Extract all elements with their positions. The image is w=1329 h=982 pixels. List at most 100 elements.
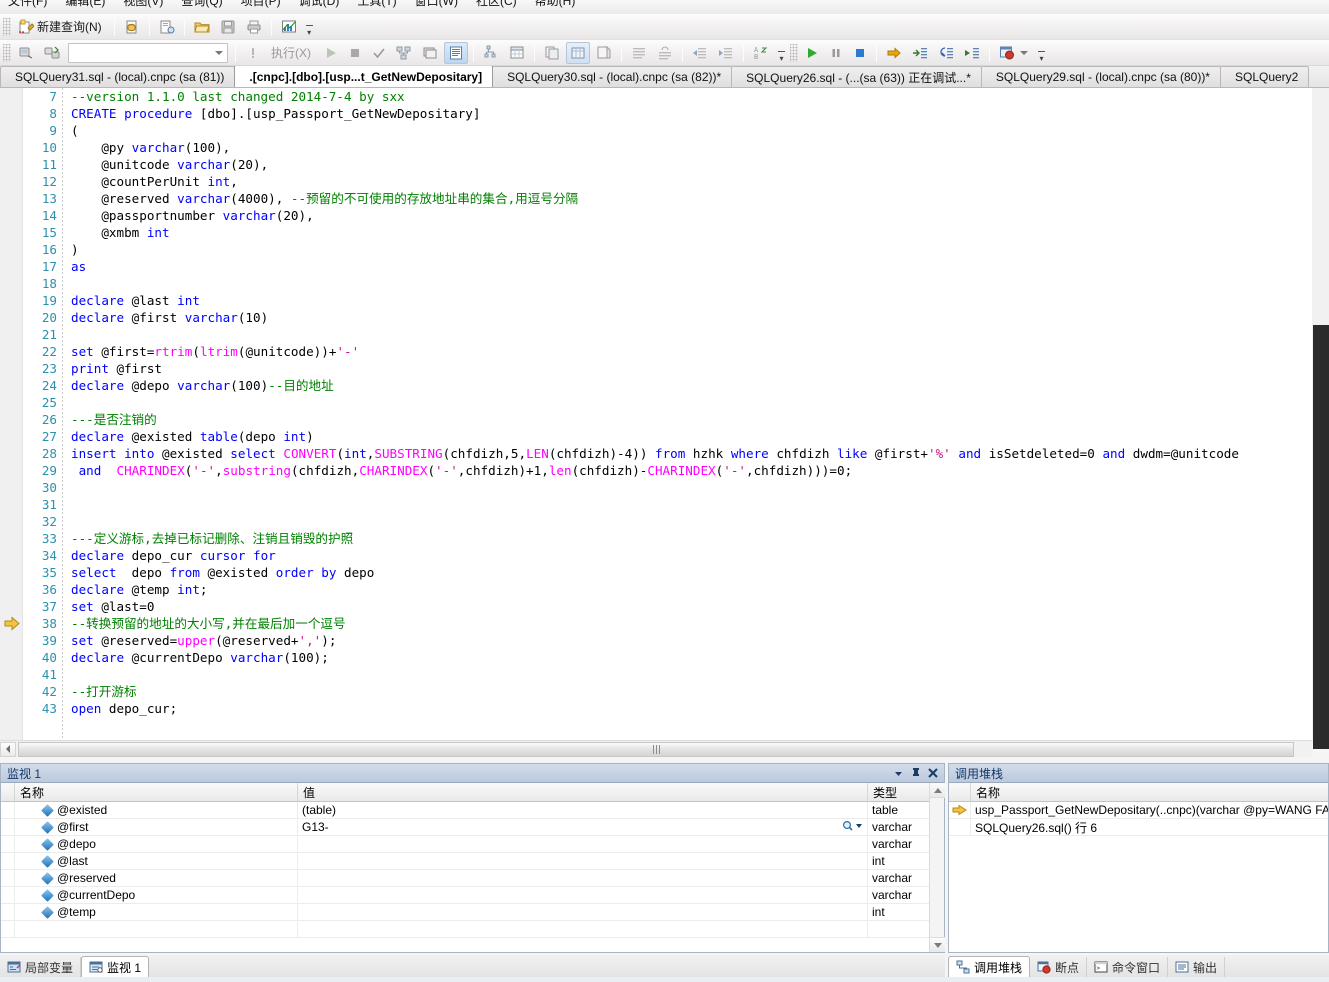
code-text[interactable]: set @last=0 (59, 598, 154, 615)
code-line-39[interactable]: 39set @reserved=upper(@reserved+','); (23, 632, 1329, 649)
code-line-41[interactable]: 41 (23, 666, 1329, 683)
code-line-11[interactable]: 11 @unitcode varchar(20), (23, 156, 1329, 173)
code-line-14[interactable]: 14 @passportnumber varchar(20), (23, 207, 1329, 224)
code-text[interactable]: CREATE procedure [dbo].[usp_Passport_Get… (59, 105, 480, 122)
code-text[interactable]: open depo_cur; (59, 700, 177, 717)
toolbar-grip-debug[interactable] (790, 44, 798, 62)
code-line-10[interactable]: 10 @py varchar(100), (23, 139, 1329, 156)
include-client-statistics-button[interactable] (505, 42, 529, 64)
callstack-row[interactable]: SQLQuery26.sql() 行 6 (949, 819, 1328, 836)
stop-button[interactable] (344, 42, 366, 64)
stop-debugging-button[interactable] (849, 42, 871, 64)
step-out-button[interactable] (934, 42, 958, 64)
toolbar-overflow-button-2[interactable]: ▾ (776, 43, 787, 63)
callstack-panel-header[interactable]: 调用堆栈 (949, 764, 1328, 783)
watch-vertical-scrollbar[interactable] (929, 783, 944, 952)
decrease-indent-button[interactable] (688, 42, 712, 64)
results-to-text-button[interactable] (444, 42, 468, 64)
code-text[interactable]: declare @depo varchar(100)--目的地址 (59, 377, 334, 394)
code-text[interactable]: select depo from @existed order by depo (59, 564, 374, 581)
continue-button[interactable] (801, 42, 823, 64)
code-text[interactable]: --打开游标 (59, 683, 137, 700)
code-text[interactable]: set @reserved=upper(@reserved+','); (59, 632, 336, 649)
code-line-38[interactable]: 38--转换预留的地址的大小写,并在最后加一个逗号 (23, 615, 1329, 632)
execute-button[interactable]: 执行(X) (267, 42, 318, 64)
code-line-8[interactable]: 8CREATE procedure [dbo].[usp_Passport_Ge… (23, 105, 1329, 122)
toolbar-overflow-button-3[interactable]: ▾ (1036, 43, 1047, 63)
watch-row[interactable] (1, 921, 944, 938)
watch-name-cell[interactable]: @depo (15, 836, 298, 852)
menu-item-1[interactable]: 编辑(E) (65, 0, 105, 9)
code-line-22[interactable]: 22set @first=rtrim(ltrim(@unitcode))+'-' (23, 343, 1329, 360)
menu-item-9[interactable]: 帮助(H) (535, 0, 576, 9)
menu-item-4[interactable]: 项目(P) (241, 0, 281, 9)
code-line-32[interactable]: 32 (23, 513, 1329, 530)
code-text[interactable]: declare @first varchar(10) (59, 309, 268, 326)
watch-name-cell[interactable]: @existed (15, 802, 298, 818)
chevron-down-icon[interactable] (211, 44, 227, 62)
database-engine-query-button[interactable] (120, 16, 144, 38)
debug-button[interactable] (241, 42, 265, 64)
magnifier-icon[interactable] (842, 820, 864, 835)
callstack-name-cell[interactable]: usp_Passport_GetNewDepositary(..cnpc)(va… (971, 802, 1328, 818)
save-button[interactable] (216, 16, 240, 38)
code-text-area[interactable]: 7--version 1.1.0 last changed 2014-7-4 b… (23, 88, 1329, 740)
watch-row[interactable]: @currentDepovarchar (1, 887, 944, 904)
code-line-31[interactable]: 31 (23, 496, 1329, 513)
watch-row[interactable]: @tempint (1, 904, 944, 921)
watch-name-cell[interactable]: @last (15, 853, 298, 869)
code-text[interactable]: @reserved varchar(4000), --预留的不可使用的存放地址串… (59, 190, 578, 207)
watch-value-cell[interactable]: G13- (298, 819, 868, 835)
code-line-7[interactable]: 7--version 1.1.0 last changed 2014-7-4 b… (23, 88, 1329, 105)
summary-button[interactable] (277, 16, 301, 38)
code-line-15[interactable]: 15 @xmbm int (23, 224, 1329, 241)
query-options-button[interactable] (418, 42, 442, 64)
comment-button[interactable] (627, 42, 651, 64)
document-tab-5[interactable]: SQLQuery2 (1220, 66, 1309, 87)
parse-button[interactable] (368, 42, 390, 64)
watch-value-cell[interactable] (298, 870, 868, 886)
watch-name-cell[interactable]: @reserved (15, 870, 298, 886)
scroll-left-button[interactable] (0, 742, 16, 757)
watch-row[interactable]: @depovarchar (1, 836, 944, 853)
callstack-grid[interactable]: 名称 usp_Passport_GetNewDepositary(..cnpc)… (949, 783, 1328, 836)
code-line-42[interactable]: 42--打开游标 (23, 683, 1329, 700)
code-text[interactable]: @unitcode varchar(20), (59, 156, 268, 173)
watch-value-cell[interactable] (298, 836, 868, 852)
callstack-panel[interactable]: 调用堆栈 名称 usp_Passport_GetNewDepositary(..… (948, 763, 1329, 953)
watch-value-cell[interactable]: (table) (298, 802, 868, 818)
bottom-tab-right-2[interactable]: >命令窗口 (1087, 957, 1168, 977)
watch-name-cell[interactable]: @currentDepo (15, 887, 298, 903)
code-line-37[interactable]: 37set @last=0 (23, 598, 1329, 615)
display-estimated-plan-button[interactable] (392, 42, 416, 64)
code-line-40[interactable]: 40declare @currentDepo varchar(100); (23, 649, 1329, 666)
code-text[interactable]: print @first (59, 360, 162, 377)
document-tab-2[interactable]: SQLQuery30.sql - (local).cnpc (sa (82))* (492, 66, 732, 87)
analysis-services-query-button[interactable] (155, 16, 179, 38)
menu-item-6[interactable]: 工具(T) (357, 0, 396, 9)
document-tab-0[interactable]: SQLQuery31.sql - (local).cnpc (sa (81)) (0, 66, 235, 87)
code-text[interactable]: as (59, 258, 86, 275)
document-tab-1[interactable]: .[cnpc].[dbo].[usp...t_GetNewDepositary] (234, 66, 493, 87)
toolbar-grip[interactable] (3, 18, 11, 36)
editor-indicator-margin[interactable] (0, 88, 23, 740)
code-text[interactable]: and CHARINDEX('-',substring(chfdizh,CHAR… (59, 462, 852, 479)
watch-value-cell[interactable] (298, 887, 868, 903)
menu-item-8[interactable]: 社区(C) (476, 0, 517, 9)
watch-col-name[interactable]: 名称 (15, 783, 298, 801)
bottom-tab-left-0[interactable]: 局部变量 (0, 957, 81, 977)
code-text[interactable]: @py varchar(100), (59, 139, 230, 156)
change-connection-button[interactable] (40, 42, 64, 64)
watch-rows-container[interactable]: @existed(table)table@firstG13-varchar@de… (1, 802, 944, 938)
code-text[interactable]: ---是否注销的 (59, 411, 157, 428)
bottom-tab-right-3[interactable]: 输出 (1168, 957, 1225, 977)
code-line-33[interactable]: 33---定义游标,去掉已标记删除、注销且销毁的护照 (23, 530, 1329, 547)
specify-values-button[interactable]: A B (749, 42, 773, 64)
code-text[interactable]: declare @last int (59, 292, 200, 309)
menu-item-0[interactable]: 文件(F) (8, 0, 47, 9)
increase-indent-button[interactable] (714, 42, 738, 64)
panel-dropdown-button[interactable] (890, 765, 907, 781)
code-line-36[interactable]: 36declare @temp int; (23, 581, 1329, 598)
watch-name-cell[interactable]: @temp (15, 904, 298, 920)
code-line-23[interactable]: 23print @first (23, 360, 1329, 377)
